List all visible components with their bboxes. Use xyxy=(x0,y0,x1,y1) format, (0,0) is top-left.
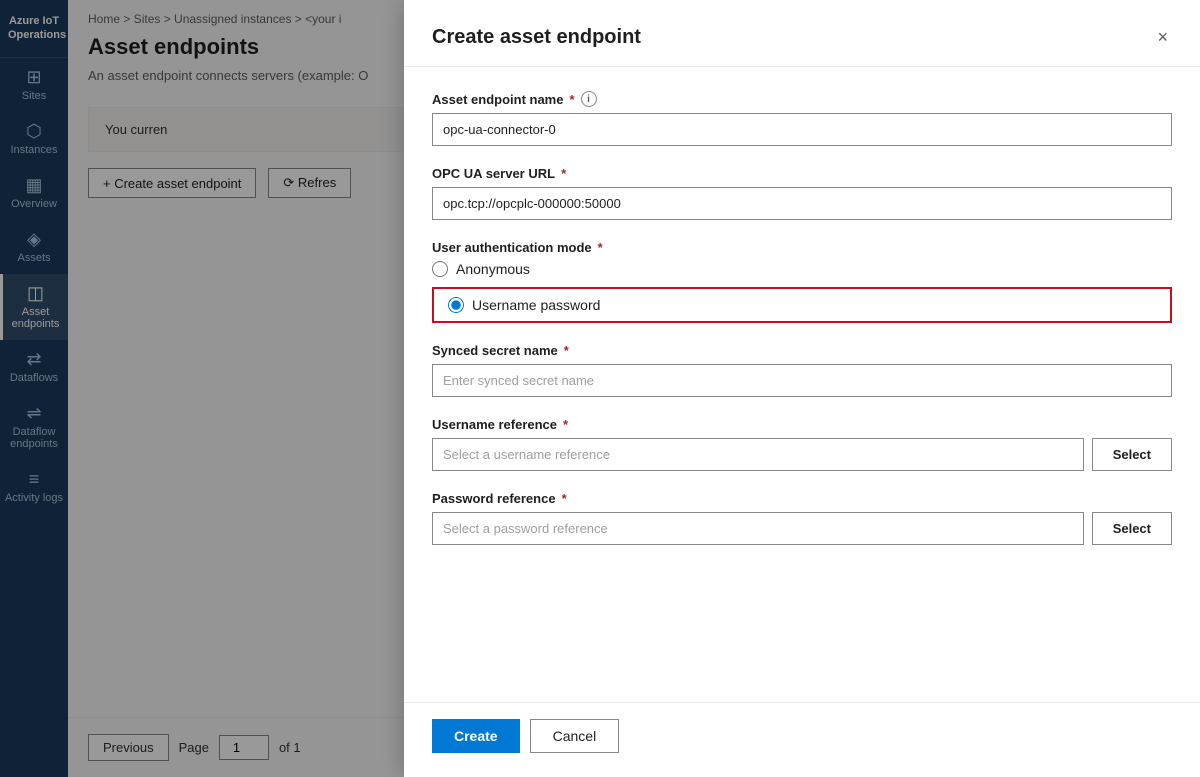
username-password-radio[interactable] xyxy=(448,297,464,313)
endpoint-name-label: Asset endpoint name * i xyxy=(432,91,1172,107)
username-ref-select-button[interactable]: Select xyxy=(1092,438,1172,471)
required-star: * xyxy=(598,240,603,255)
username-password-label: Username password xyxy=(472,297,600,313)
username-password-highlight: Username password xyxy=(432,287,1172,323)
panel-body: Asset endpoint name * i OPC UA server UR… xyxy=(404,67,1200,702)
required-star: * xyxy=(569,92,574,107)
password-ref-select-button[interactable]: Select xyxy=(1092,512,1172,545)
opc-ua-url-input[interactable] xyxy=(432,187,1172,220)
synced-secret-input[interactable] xyxy=(432,364,1172,397)
username-ref-label: Username reference * xyxy=(432,417,1172,432)
cancel-button[interactable]: Cancel xyxy=(530,719,620,753)
opc-ua-url-group: OPC UA server URL * xyxy=(432,166,1172,220)
username-password-radio-item[interactable]: Username password xyxy=(448,297,600,313)
close-button[interactable]: × xyxy=(1153,24,1172,50)
password-ref-input-group: Select xyxy=(432,512,1172,545)
required-star: * xyxy=(564,343,569,358)
overlay: Create asset endpoint × Asset endpoint n… xyxy=(0,0,1200,777)
radio-group: Anonymous Username password xyxy=(432,261,1172,323)
endpoint-name-input[interactable] xyxy=(432,113,1172,146)
auth-mode-group: User authentication mode * Anonymous Use… xyxy=(432,240,1172,323)
panel-title: Create asset endpoint xyxy=(432,26,641,49)
anonymous-radio-item[interactable]: Anonymous xyxy=(432,261,1172,277)
required-star: * xyxy=(563,417,568,432)
password-ref-input[interactable] xyxy=(432,512,1084,545)
password-ref-label: Password reference * xyxy=(432,491,1172,506)
synced-secret-label: Synced secret name * xyxy=(432,343,1172,358)
create-panel: Create asset endpoint × Asset endpoint n… xyxy=(404,0,1200,777)
required-star: * xyxy=(561,166,566,181)
username-ref-group: Username reference * Select xyxy=(432,417,1172,471)
auth-mode-label: User authentication mode * xyxy=(432,240,1172,255)
username-ref-input[interactable] xyxy=(432,438,1084,471)
panel-footer: Create Cancel xyxy=(404,702,1200,777)
panel-header: Create asset endpoint × xyxy=(404,0,1200,67)
create-button[interactable]: Create xyxy=(432,719,520,753)
required-star: * xyxy=(562,491,567,506)
synced-secret-group: Synced secret name * xyxy=(432,343,1172,397)
info-icon[interactable]: i xyxy=(581,91,597,107)
opc-ua-url-label: OPC UA server URL * xyxy=(432,166,1172,181)
anonymous-label: Anonymous xyxy=(456,261,530,277)
password-ref-group: Password reference * Select xyxy=(432,491,1172,545)
endpoint-name-group: Asset endpoint name * i xyxy=(432,91,1172,146)
anonymous-radio[interactable] xyxy=(432,261,448,277)
username-ref-input-group: Select xyxy=(432,438,1172,471)
